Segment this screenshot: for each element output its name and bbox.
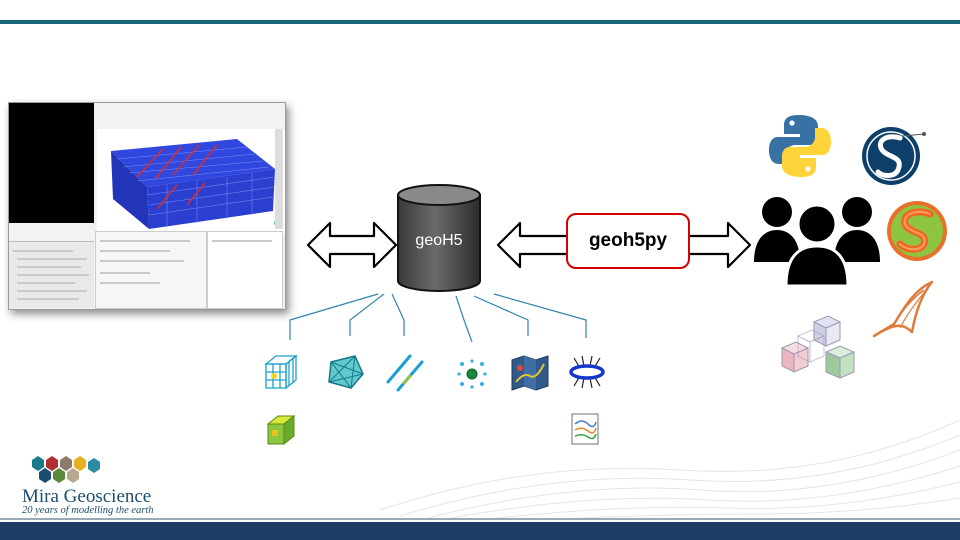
toolbar-strip: [275, 129, 283, 229]
block-model-icon: [264, 354, 298, 390]
drillhole-icon: [386, 354, 424, 392]
background-wave-texture: [380, 419, 960, 520]
scipy-logo-icon: [887, 201, 947, 261]
scikit-learn-logo-icon: [862, 127, 926, 185]
geoscience-analyst-screenshot: [8, 102, 286, 310]
footer-divider: [0, 518, 960, 520]
database-label: geoH5: [415, 232, 463, 249]
users-group-icon: [754, 197, 880, 288]
object-tree-panel: [9, 241, 94, 308]
points-icon: [457, 359, 487, 389]
data-profile-icon: [571, 413, 599, 445]
surface-mesh-icon: [328, 355, 364, 389]
python-logo-icon: [769, 115, 831, 177]
mira-logo-hexagons: [32, 456, 100, 483]
geoh5py-api-box: geoh5py: [566, 213, 690, 269]
top-accent-bar: [0, 20, 960, 24]
footer-bar: [0, 522, 960, 540]
redacted-area: [9, 103, 94, 223]
bidirectional-arrow-left: [306, 221, 398, 269]
geo-image-icon: [511, 355, 549, 391]
octree-icon: [266, 414, 296, 446]
matlab-logo-icon: [872, 280, 934, 338]
paraview-logo-icon: [780, 315, 856, 379]
geoh5py-label: geoh5py: [588, 230, 668, 251]
company-tagline: 20 years of modelling the earth: [22, 505, 154, 516]
properties-panel: [95, 231, 207, 309]
survey-loop-icon: [569, 355, 605, 389]
3d-block-model-view: [97, 129, 285, 235]
object-type-connectors: [289, 293, 587, 343]
